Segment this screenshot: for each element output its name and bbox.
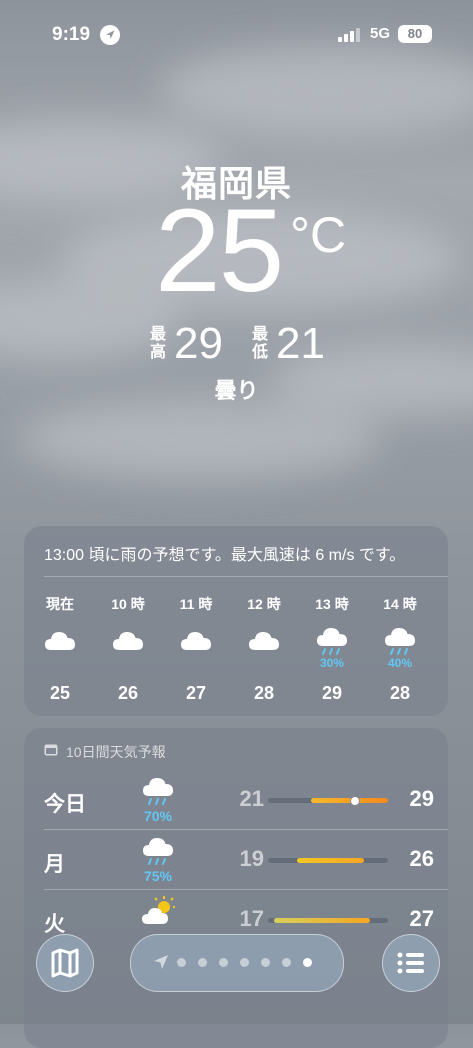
hour-temperature: 27 — [185, 683, 207, 703]
map-icon — [51, 948, 79, 978]
precipitation-chance: 30% — [319, 656, 345, 670]
page-dot[interactable] — [177, 958, 186, 967]
location-arrow-icon — [100, 25, 120, 45]
high-temperature: 29 — [409, 786, 434, 811]
precipitation-chance: 40% — [387, 656, 413, 670]
low-label: 最低 — [252, 326, 269, 361]
temperature-range-bar — [268, 858, 388, 863]
low-temperature: 19 — [239, 846, 264, 871]
day-name: 今日 — [44, 793, 86, 816]
daily-row[interactable]: 月 75% 19 26 — [24, 829, 448, 890]
day-name: 月 — [44, 853, 65, 876]
cloud-rain-icon — [314, 624, 350, 660]
hour-temperature: 26 — [117, 683, 139, 703]
ten-day-header: 10日間天気予報 — [66, 744, 166, 760]
cloud-icon — [178, 624, 214, 660]
signal-strength-icon — [338, 28, 360, 42]
cloud-rain-icon — [382, 624, 418, 660]
hour-label: 14 時 — [383, 596, 417, 612]
page-dot[interactable] — [261, 958, 270, 967]
page-dot[interactable] — [240, 958, 249, 967]
high-temperature: 27 — [409, 906, 434, 931]
status-time: 9:19 — [52, 24, 91, 45]
network-type: 5G — [370, 25, 391, 42]
high-temperature: 29 — [174, 319, 223, 368]
cloud-rain-icon — [140, 774, 176, 810]
cloud-icon — [110, 624, 146, 660]
page-dot[interactable] — [198, 958, 207, 967]
temperature-range-fill — [296, 858, 364, 863]
precipitation-chance: 70% — [143, 808, 173, 824]
location-list-button[interactable] — [382, 934, 440, 992]
precipitation-chance: 75% — [143, 868, 173, 884]
hour-label: 11 時 — [179, 596, 213, 612]
divider — [44, 889, 448, 890]
cloud-icon — [42, 624, 78, 660]
temperature-range-fill — [274, 918, 370, 923]
high-temperature: 26 — [409, 846, 434, 871]
divider — [44, 829, 448, 830]
hour-label: 13 時 — [315, 596, 349, 612]
battery-level: 80 — [407, 26, 423, 41]
hourly-summary: 13:00 頃に雨の予想です。最大風速は 6 m/s です。 — [44, 547, 406, 564]
cloud-icon — [246, 624, 282, 660]
hour-label: 12 時 — [247, 596, 281, 612]
current-temp-marker — [350, 796, 361, 806]
hour-label: 現在 — [46, 596, 74, 612]
hour-temperature: 25 — [49, 683, 71, 703]
current-temperature: 25 — [155, 185, 284, 317]
weather-condition: 曇り — [214, 378, 259, 403]
status-bar: 9:19 5G 80 — [0, 22, 473, 50]
cloud-rain-icon — [140, 834, 176, 870]
hourly-forecast-card[interactable]: 13:00 頃に雨の予想です。最大風速は 6 m/s です。 現在 25 10 時 2… — [24, 526, 448, 716]
calendar-icon — [44, 744, 58, 756]
daily-row[interactable]: 今日 70% 21 29 — [24, 770, 448, 830]
page-dot[interactable] — [219, 958, 228, 967]
partly-sunny-icon — [140, 894, 176, 930]
current-location-icon — [154, 955, 168, 969]
temperature-unit: °C — [290, 207, 347, 263]
list-icon — [397, 952, 424, 974]
low-temperature: 21 — [239, 786, 264, 811]
page-dot[interactable] — [303, 958, 312, 967]
page-dot[interactable] — [282, 958, 291, 967]
low-temperature: 17 — [239, 906, 264, 931]
hour-temperature: 28 — [253, 683, 275, 703]
temperature-range-bar — [268, 918, 388, 923]
map-button[interactable] — [36, 934, 94, 992]
high-label: 最高 — [150, 326, 167, 361]
hour-label: 10 時 — [111, 596, 145, 612]
temperature-range-bar — [268, 796, 388, 806]
hour-temperature: 29 — [321, 683, 343, 703]
battery-indicator: 80 — [398, 25, 432, 43]
divider — [44, 576, 448, 577]
page-indicator[interactable] — [130, 934, 344, 992]
hour-temperature: 28 — [389, 683, 411, 703]
low-temperature: 21 — [276, 319, 325, 368]
ten-day-forecast-card[interactable]: 10日間天気予報 今日 70% 21 29 月 75% 19 26 火 17 27 — [24, 728, 448, 1048]
